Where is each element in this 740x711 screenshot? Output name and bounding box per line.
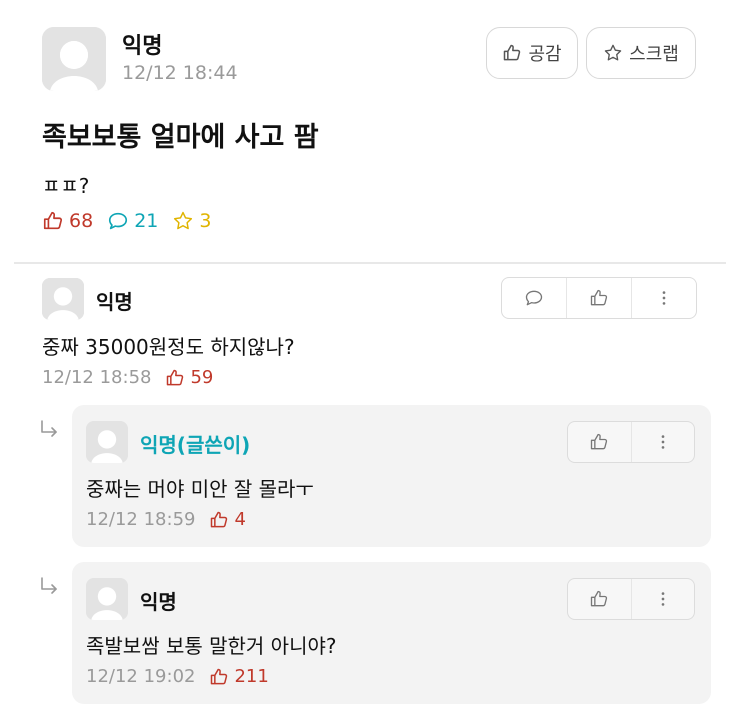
divider xyxy=(14,262,726,264)
reply-actions xyxy=(567,421,695,463)
speech-bubble-icon xyxy=(109,212,128,230)
default-avatar-icon xyxy=(42,27,106,91)
reply-meta: 12/12 18:59 4 xyxy=(86,509,246,530)
like-button-label: 공감 xyxy=(528,44,562,65)
reply-avatar xyxy=(86,578,128,620)
reply-like-count: 211 xyxy=(209,666,269,687)
reply-arrow-icon xyxy=(41,577,57,594)
more-vertical-icon xyxy=(662,291,666,305)
reply-text: 중짜는 머야 미안 잘 몰라ㅜ xyxy=(86,477,314,501)
post-author: 익명 xyxy=(122,34,163,59)
thumbs-up-icon xyxy=(211,511,228,527)
reply-like-button[interactable] xyxy=(568,579,631,619)
reply-like-button[interactable] xyxy=(568,422,631,462)
thumbs-up-icon xyxy=(591,433,608,450)
more-options-button[interactable] xyxy=(630,579,695,619)
more-vertical-icon xyxy=(661,435,665,449)
reply-meta: 12/12 19:02 211 xyxy=(86,666,269,687)
comment-author: 익명 xyxy=(96,290,133,314)
post-scrap-count: 3 xyxy=(172,210,211,232)
reply-like-count: 4 xyxy=(209,509,246,530)
comment-text: 중짜 35000원정도 하지않나? xyxy=(42,335,295,359)
reply-author: 익명 xyxy=(140,590,177,614)
post-body: ㅍㅍ? xyxy=(42,174,90,198)
reply-author-writer: 익명(글쓴이) xyxy=(140,433,251,457)
more-vertical-icon xyxy=(661,592,665,606)
more-options-button[interactable] xyxy=(630,422,695,462)
post-title: 족보보통 얼마에 사고 팜 xyxy=(42,122,319,153)
reply-text: 족발보쌈 보통 말한거 아니야? xyxy=(86,634,337,658)
comment-meta: 12/12 18:58 59 xyxy=(42,367,213,388)
post-avatar xyxy=(42,27,106,91)
thumbs-up-icon xyxy=(211,668,228,684)
comment-time: 12/12 18:58 xyxy=(42,367,152,388)
reply-time: 12/12 19:02 xyxy=(86,666,196,687)
scrap-button[interactable]: 스크랩 xyxy=(586,27,696,79)
thumbs-up-icon xyxy=(167,369,184,385)
thumbs-up-icon xyxy=(590,289,608,306)
thumbs-up-icon xyxy=(504,44,521,61)
like-button[interactable]: 공감 xyxy=(486,27,578,79)
thumbs-up-icon xyxy=(43,211,63,230)
default-avatar-icon xyxy=(42,278,84,320)
reply-actions xyxy=(567,578,695,620)
scrap-button-label: 스크랩 xyxy=(629,44,679,65)
reply-arrow-icon xyxy=(41,420,57,437)
post-like-count: 68 xyxy=(42,210,93,232)
comment-actions xyxy=(501,277,697,319)
reply-avatar xyxy=(86,421,128,463)
default-avatar-icon xyxy=(86,578,128,620)
comment-like-count: 59 xyxy=(165,367,213,388)
post-time: 12/12 18:44 xyxy=(122,62,238,84)
reply-card: 익명 족발보쌈 보통 말한거 아니야? 12/12 19:02 211 xyxy=(72,562,711,704)
star-icon xyxy=(604,44,622,61)
comment-avatar xyxy=(42,278,84,320)
more-options-button[interactable] xyxy=(631,278,696,318)
default-avatar-icon xyxy=(86,421,128,463)
star-icon xyxy=(174,211,193,230)
post-comment-count: 21 xyxy=(107,210,158,232)
comment-like-button[interactable] xyxy=(566,278,631,318)
post-stats: 68 21 3 xyxy=(42,210,225,232)
reply-time: 12/12 18:59 xyxy=(86,509,196,530)
thumbs-up-icon xyxy=(591,590,608,607)
speech-bubble-icon xyxy=(525,290,543,306)
reply-card: 익명(글쓴이) 중짜는 머야 미안 잘 몰라ㅜ 12/12 18:59 4 xyxy=(72,405,711,547)
reply-button[interactable] xyxy=(502,278,566,318)
